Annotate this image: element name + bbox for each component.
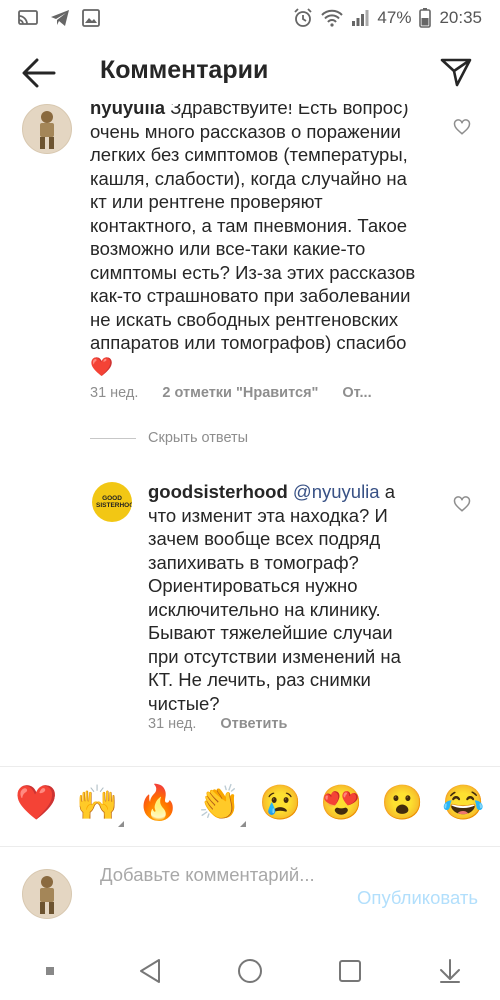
nav-back-button[interactable] [130,951,170,991]
reply-meta: 31 нед. Ответить [148,716,287,732]
avatar[interactable] [22,104,72,154]
comment-text: nyuyulia Здравствуйте! Есть вопрос) очен… [90,104,420,378]
nav-recents-button[interactable] [330,951,370,991]
comment-username[interactable]: nyuyulia [90,104,165,118]
comment-time: 31 нед. [90,385,139,401]
skin-tone-indicator [239,820,246,827]
emoji-glyph: 😍 [320,783,363,822]
emoji-glyph: 😢 [259,783,302,822]
signal-icon [351,9,369,27]
nav-home-button[interactable] [230,951,270,991]
reply-button[interactable]: От... [342,385,371,401]
skin-tone-indicator [117,820,124,827]
likes-count[interactable]: 2 отметки "Нравится" [162,385,318,401]
arrow-down-icon [440,959,460,983]
comment-emoji: ❤️ [90,355,114,377]
reply-avatar[interactable]: GOOD SISTERHOOD [92,482,132,522]
status-bar: 47% 20:35 [0,0,500,36]
emoji-clapping-hands[interactable]: 👏 [198,781,246,827]
hide-replies-button[interactable]: Скрыть ответы [90,430,248,446]
comments-list[interactable]: nyuyulia Здравствуйте! Есть вопрос) очен… [0,104,500,766]
wifi-icon [321,9,344,27]
emoji-heart-eyes[interactable]: 😍 [320,781,364,825]
emoji-glyph: 🙌 [76,783,119,822]
like-heart-icon[interactable] [453,118,471,136]
reply-username[interactable]: goodsisterhood [148,481,288,502]
system-nav-bar [0,942,500,1000]
alarm-icon [293,8,313,28]
avatar-logo: GOOD SISTERHOOD [96,495,132,509]
emoji-glyph: 👏 [198,783,241,822]
publish-button[interactable]: Опубликовать [357,887,478,909]
dot-icon [46,967,54,975]
direct-send-button[interactable] [440,56,472,88]
emoji-tears-of-joy[interactable]: 😂 [442,781,486,825]
avatar [22,869,72,919]
reply-mention[interactable]: @nyuyulia [293,481,380,502]
divider [90,437,136,439]
like-heart-icon[interactable] [453,495,471,513]
app-header: Комментарии [0,40,500,104]
image-icon [82,9,100,27]
arrow-left-icon [22,58,56,88]
emoji-fire[interactable]: 🔥 [137,781,181,825]
emoji-glyph: 🔥 [137,783,180,822]
battery-icon [419,8,432,28]
triangle-back-icon [140,959,160,983]
battery-percent: 47% [377,8,412,27]
emoji-glyph: 😮 [381,783,424,822]
comment-composer: Добавьте комментарий... Опубликовать [0,846,500,936]
hide-replies-label: Скрыть ответы [148,430,249,446]
nav-dot-button[interactable] [30,951,70,991]
telegram-icon [50,9,70,27]
comment-input[interactable]: Добавьте комментарий... [100,863,330,886]
reply-text: goodsisterhood @nyuyulia а что изменит э… [148,480,410,715]
user-figure-icon [40,111,54,149]
emoji-glyph: ❤️ [15,783,58,822]
clock: 20:35 [439,8,482,27]
reply-time: 31 нед. [148,716,197,732]
reply-body: а что изменит эта находка? И зачем вообщ… [148,481,401,714]
emoji-surprised-face[interactable]: 😮 [381,781,425,825]
page-title: Комментарии [100,56,269,84]
emoji-red-heart[interactable]: ❤️ [15,781,59,825]
emoji-raising-hands[interactable]: 🙌 [76,781,124,827]
square-recents-icon [339,960,361,982]
cast-icon [18,10,38,26]
emoji-quick-bar: ❤️ 🙌 🔥 👏 😢 😍 😮 😂 [0,766,500,838]
nav-hide-keyboard-button[interactable] [430,951,470,991]
comment-body: Здравствуйте! Есть вопрос) очень много р… [90,104,416,353]
reply-button[interactable]: Ответить [220,716,287,732]
direct-send-icon [440,58,472,87]
user-figure-icon [40,876,54,914]
emoji-glyph: 😂 [442,783,485,822]
back-button[interactable] [22,58,56,88]
comment-meta: 31 нед. 2 отметки "Нравится" От... [90,385,372,401]
circle-home-icon [238,959,262,983]
emoji-crying-face[interactable]: 😢 [259,781,303,825]
